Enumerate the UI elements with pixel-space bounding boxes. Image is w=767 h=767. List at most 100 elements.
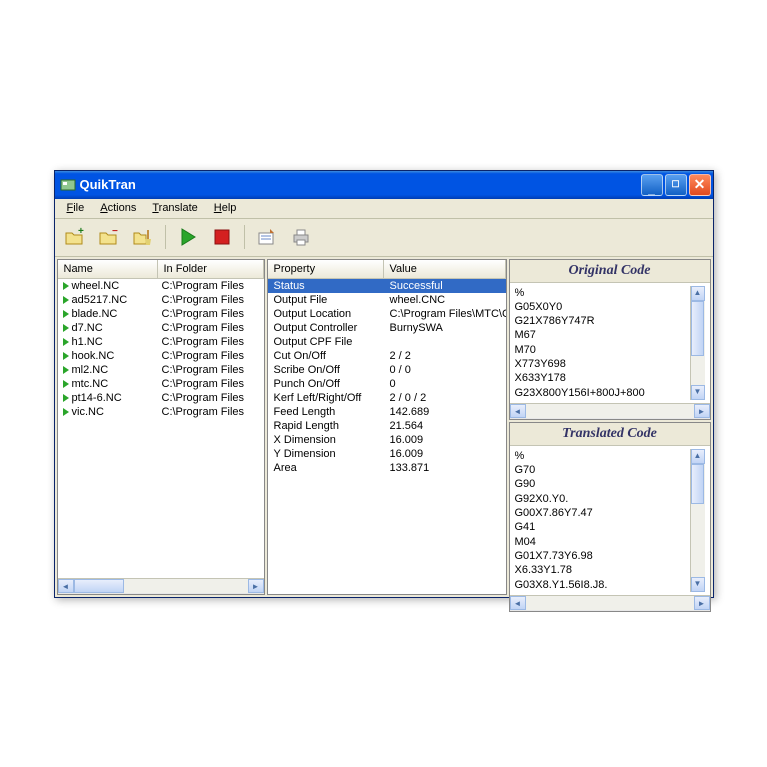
- property-name: Status: [268, 280, 384, 292]
- original-vscroll[interactable]: ▲ ▼: [690, 286, 705, 400]
- file-row[interactable]: hook.NCC:\Program Files: [58, 349, 264, 363]
- property-row[interactable]: Output CPF File: [268, 335, 506, 349]
- play-icon: [63, 380, 69, 388]
- file-folder: C:\Program Files: [158, 322, 264, 334]
- property-row[interactable]: Output ControllerBurnySWA: [268, 321, 506, 335]
- property-name: X Dimension: [268, 434, 384, 446]
- play-icon: [63, 394, 69, 402]
- menu-actions[interactable]: Actions: [92, 200, 144, 216]
- play-icon: [63, 352, 69, 360]
- play-icon: [63, 338, 69, 346]
- property-name: Cut On/Off: [268, 350, 384, 362]
- app-window: QuikTran _ ☐ ✕ File Actions Translate He…: [54, 170, 714, 598]
- play-icon: [63, 296, 69, 304]
- prop-header-value[interactable]: Value: [384, 260, 506, 278]
- file-row[interactable]: ad5217.NC C:\Program Files: [58, 293, 264, 307]
- property-value: 0 / 0: [384, 364, 506, 376]
- file-row[interactable]: ml2.NC C:\Program Files: [58, 363, 264, 377]
- property-name: Output CPF File: [268, 336, 384, 348]
- property-name: Output Location: [268, 308, 384, 320]
- svg-text:+: +: [78, 226, 84, 237]
- property-row[interactable]: Output LocationC:\Program Files\MTC\C: [268, 307, 506, 321]
- file-folder: C:\Program Files: [158, 406, 264, 418]
- play-icon: [63, 366, 69, 374]
- file-name: h1.NC: [72, 336, 103, 348]
- property-row[interactable]: StatusSuccessful: [268, 279, 506, 293]
- file-list-body[interactable]: wheel.NC C:\Program Files ad5217.NC C:\Prog…: [58, 279, 264, 578]
- file-row[interactable]: wheel.NC C:\Program Files: [58, 279, 264, 293]
- file-name: mtc.NC: [72, 378, 109, 390]
- property-row[interactable]: Area133.871: [268, 461, 506, 475]
- toolbar-clean-folder[interactable]: [129, 223, 157, 251]
- file-folder: C:\Program Files: [158, 364, 264, 376]
- menu-help[interactable]: Help: [206, 200, 245, 216]
- close-button[interactable]: ✕: [689, 174, 711, 196]
- property-row[interactable]: Cut On/Off2 / 2: [268, 349, 506, 363]
- properties-panel: Property Value StatusSuccessfulOutput Fi…: [267, 259, 507, 595]
- original-code-title: Original Code: [510, 260, 710, 283]
- translated-code-panel: Translated Code %G70G90G92X0.Y0.G00X7.86…: [509, 422, 711, 612]
- file-row[interactable]: h1.NC C:\Program Files: [58, 335, 264, 349]
- file-row[interactable]: vic.NCC:\Program Files: [58, 405, 264, 419]
- titlebar[interactable]: QuikTran _ ☐ ✕: [55, 171, 713, 199]
- property-row[interactable]: Feed Length142.689: [268, 405, 506, 419]
- file-hscroll[interactable]: ◄ ►: [58, 578, 264, 594]
- properties-body[interactable]: StatusSuccessfulOutput Filewheel.CNCOutp…: [268, 279, 506, 594]
- file-name: ml2.NC: [72, 364, 109, 376]
- file-folder: C:\Program Files: [158, 294, 264, 306]
- file-name: ad5217.NC: [72, 294, 128, 306]
- toolbar-options[interactable]: [253, 223, 281, 251]
- menu-file[interactable]: File: [59, 200, 93, 216]
- menubar: File Actions Translate Help: [55, 199, 713, 219]
- property-row[interactable]: Y Dimension16.009: [268, 447, 506, 461]
- window-title: QuikTran: [80, 177, 641, 192]
- property-value: wheel.CNC: [384, 294, 506, 306]
- toolbar-add-folder[interactable]: +: [61, 223, 89, 251]
- property-row[interactable]: Rapid Length21.564: [268, 419, 506, 433]
- maximize-button[interactable]: ☐: [665, 174, 687, 196]
- property-row[interactable]: Output Filewheel.CNC: [268, 293, 506, 307]
- svg-text:−: −: [112, 226, 118, 237]
- property-value: C:\Program Files\MTC\C: [384, 308, 506, 320]
- translated-vscroll[interactable]: ▲ ▼: [690, 449, 705, 592]
- property-row[interactable]: Kerf Left/Right/Off2 / 0 / 2: [268, 391, 506, 405]
- property-row[interactable]: Scribe On/Off0 / 0: [268, 363, 506, 377]
- file-folder: C:\Program Files: [158, 378, 264, 390]
- file-row[interactable]: d7.NC C:\Program Files: [58, 321, 264, 335]
- file-row[interactable]: mtc.NC C:\Program Files: [58, 377, 264, 391]
- original-code-text[interactable]: %G05X0Y0G21X786Y747RM67M70X773Y698X633Y1…: [515, 286, 705, 400]
- property-value: 16.009: [384, 434, 506, 446]
- property-row[interactable]: Punch On/Off0: [268, 377, 506, 391]
- property-name: Y Dimension: [268, 448, 384, 460]
- property-name: Area: [268, 462, 384, 474]
- property-row[interactable]: X Dimension16.009: [268, 433, 506, 447]
- property-name: Rapid Length: [268, 420, 384, 432]
- file-folder: C:\Program Files: [158, 336, 264, 348]
- app-icon: [60, 177, 76, 193]
- file-row[interactable]: blade.NCC:\Program Files: [58, 307, 264, 321]
- prop-header-property[interactable]: Property: [268, 260, 384, 278]
- file-header-folder[interactable]: In Folder: [158, 260, 264, 278]
- translated-hscroll[interactable]: ◄►: [510, 595, 710, 611]
- file-list-panel: Name In Folder wheel.NCC:\Program Filesa…: [57, 259, 265, 595]
- content-area: Name In Folder wheel.NCC:\Program Filesa…: [55, 257, 713, 597]
- file-folder: C:\Program Files: [158, 280, 264, 292]
- toolbar-remove-folder[interactable]: −: [95, 223, 123, 251]
- property-name: Output File: [268, 294, 384, 306]
- file-row[interactable]: pt14-6.NCC:\Program Files: [58, 391, 264, 405]
- file-header-name[interactable]: Name: [58, 260, 158, 278]
- property-value: 142.689: [384, 406, 506, 418]
- toolbar-run[interactable]: [174, 223, 202, 251]
- property-value: [384, 336, 506, 348]
- original-hscroll[interactable]: ◄►: [510, 403, 710, 419]
- file-folder: C:\Program Files: [158, 308, 264, 320]
- minimize-button[interactable]: _: [641, 174, 663, 196]
- property-name: Kerf Left/Right/Off: [268, 392, 384, 404]
- toolbar-print[interactable]: [287, 223, 315, 251]
- original-code-panel: Original Code %G05X0Y0G21X786Y747RM67M70…: [509, 259, 711, 420]
- translated-code-text[interactable]: %G70G90G92X0.Y0.G00X7.86Y7.47G41M04G01X7…: [515, 449, 705, 592]
- toolbar-stop[interactable]: [208, 223, 236, 251]
- file-name: wheel.NC: [72, 280, 120, 292]
- menu-translate[interactable]: Translate: [144, 200, 205, 216]
- file-name: d7.NC: [72, 322, 103, 334]
